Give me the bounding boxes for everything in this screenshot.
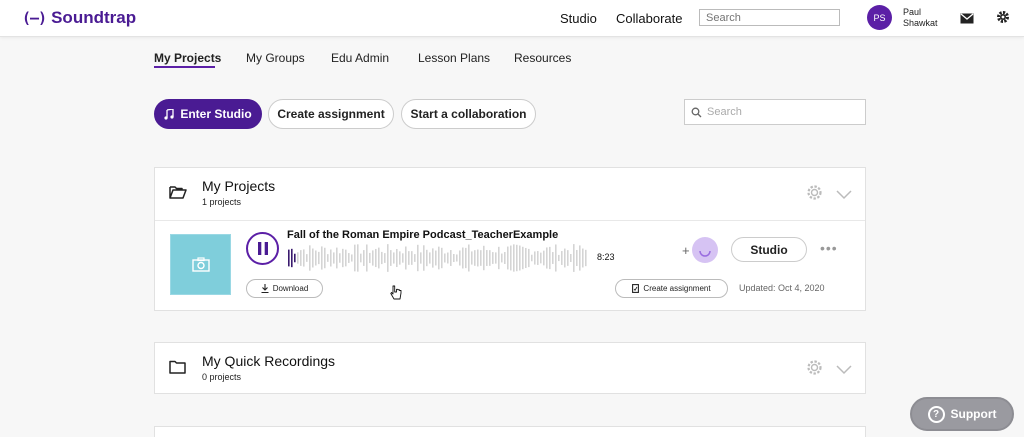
chevron-down-icon[interactable] bbox=[836, 362, 852, 380]
logo-text: Soundtrap bbox=[51, 8, 137, 27]
nav-studio-link[interactable]: Studio bbox=[560, 11, 597, 26]
folder-open-icon bbox=[169, 185, 187, 204]
download-icon bbox=[261, 284, 269, 293]
chevron-down-icon[interactable] bbox=[836, 187, 852, 205]
create-assignment-label: Create assignment bbox=[277, 107, 385, 121]
camera-icon bbox=[191, 257, 210, 272]
user-last-name: Shawkat bbox=[903, 18, 938, 28]
next-card bbox=[154, 426, 866, 437]
open-in-studio-button[interactable]: Studio bbox=[731, 237, 807, 262]
project-duration: 8:23 bbox=[597, 252, 615, 262]
enter-studio-button[interactable]: Enter Studio bbox=[154, 99, 262, 129]
help-icon: ? bbox=[927, 405, 945, 423]
avatar[interactable]: PS bbox=[867, 5, 892, 30]
download-button[interactable]: Download bbox=[246, 279, 323, 298]
tab-my-groups[interactable]: My Groups bbox=[246, 51, 305, 65]
quick-recordings-count: 0 projects bbox=[202, 372, 242, 382]
pause-button[interactable] bbox=[246, 232, 279, 265]
settings-icon[interactable] bbox=[806, 184, 823, 206]
user-name[interactable]: Paul Shawkat bbox=[903, 7, 938, 29]
audio-waveform[interactable] bbox=[287, 243, 592, 273]
enter-studio-label: Enter Studio bbox=[180, 107, 252, 121]
project-search-input[interactable]: Search bbox=[684, 99, 866, 125]
spinner-icon bbox=[699, 250, 711, 257]
nav-collaborate-link[interactable]: Collaborate bbox=[616, 11, 683, 26]
updated-timestamp: Updated: Oct 4, 2020 bbox=[739, 283, 825, 293]
collaborator-avatar[interactable] bbox=[692, 237, 718, 263]
tab-resources[interactable]: Resources bbox=[514, 51, 571, 65]
project-title[interactable]: Fall of the Roman Empire Podcast_Teacher… bbox=[287, 229, 558, 241]
assignment-icon bbox=[632, 284, 640, 293]
support-button[interactable]: ? Support bbox=[910, 397, 1014, 431]
hand-cursor-icon bbox=[390, 285, 402, 305]
search-icon bbox=[691, 107, 702, 117]
card-divider bbox=[155, 220, 865, 221]
start-collaboration-button[interactable]: Start a collaboration bbox=[401, 99, 536, 129]
create-assignment-button[interactable]: Create assignment bbox=[268, 99, 394, 129]
settings-icon[interactable] bbox=[806, 359, 823, 381]
music-note-icon bbox=[164, 108, 174, 120]
pause-icon bbox=[257, 242, 268, 255]
folder-icon bbox=[169, 360, 186, 379]
project-thumbnail[interactable] bbox=[170, 234, 231, 295]
user-first-name: Paul bbox=[903, 7, 922, 17]
logo-mark-icon: (—) bbox=[22, 9, 47, 27]
quick-recordings-title: My Quick Recordings bbox=[202, 353, 336, 369]
gear-icon[interactable] bbox=[996, 10, 1010, 29]
active-tab-underline bbox=[154, 66, 215, 68]
download-label: Download bbox=[272, 284, 309, 293]
tab-edu-admin[interactable]: Edu Admin bbox=[331, 51, 389, 65]
my-projects-title: My Projects bbox=[202, 178, 276, 194]
project-search-placeholder: Search bbox=[707, 106, 742, 118]
soundtrap-logo[interactable]: (—) Soundtrap bbox=[22, 8, 136, 28]
support-label: Support bbox=[950, 407, 997, 421]
more-options-icon[interactable]: ••• bbox=[820, 240, 838, 256]
top-bar: (—) Soundtrap Studio Collaborate PS Paul… bbox=[0, 0, 1024, 37]
tab-my-projects[interactable]: My Projects bbox=[154, 51, 221, 65]
row-create-assignment-button[interactable]: Create assignment bbox=[615, 279, 728, 298]
mail-icon[interactable] bbox=[960, 11, 974, 29]
start-collaboration-label: Start a collaboration bbox=[410, 107, 527, 121]
header-search-input[interactable] bbox=[699, 9, 840, 26]
tab-lesson-plans[interactable]: Lesson Plans bbox=[418, 51, 490, 65]
add-collaborator-icon[interactable]: + bbox=[682, 243, 690, 258]
my-projects-count: 1 projects bbox=[202, 197, 242, 207]
row-create-assignment-label: Create assignment bbox=[643, 284, 711, 293]
